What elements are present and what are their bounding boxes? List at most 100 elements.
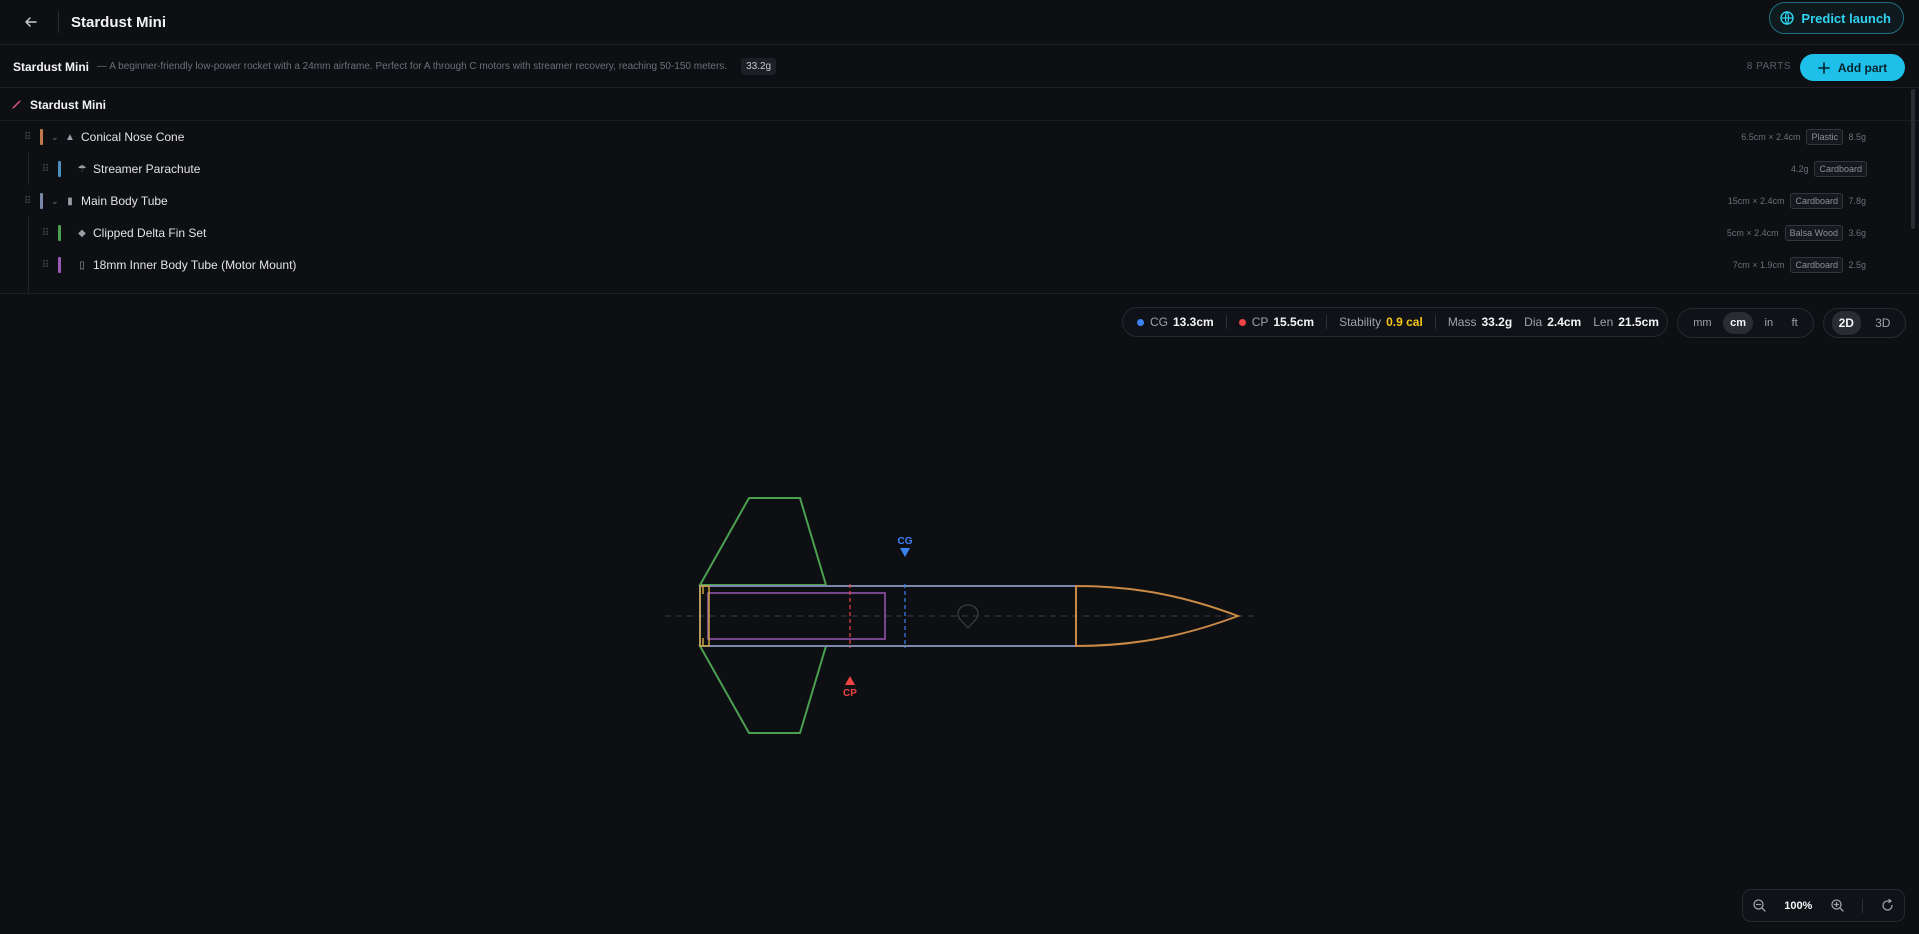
part-name: Main Body Tube bbox=[81, 194, 168, 208]
part-mass: 2.5g bbox=[1848, 260, 1866, 270]
mass-badge: 33.2g bbox=[741, 58, 777, 75]
tree-guide-line bbox=[28, 281, 29, 293]
zoom-in-button[interactable] bbox=[1830, 899, 1844, 912]
part-dims: 6.5cm × 2.4cm bbox=[1741, 132, 1801, 142]
predict-launch-button[interactable]: Predict launch bbox=[1769, 2, 1904, 34]
page-title: Stardust Mini bbox=[71, 13, 167, 31]
chevron-down-icon[interactable]: ⌄ bbox=[51, 196, 63, 207]
chevron-down-icon[interactable]: ⌄ bbox=[51, 132, 63, 143]
divider bbox=[1861, 898, 1863, 913]
part-mass: 3.6g bbox=[1848, 228, 1866, 238]
part-color-bar bbox=[40, 129, 43, 145]
part-color-bar bbox=[58, 257, 61, 273]
back-button[interactable] bbox=[16, 7, 46, 37]
rocket-description: — A beginner-friendly low-power rocket w… bbox=[97, 61, 728, 72]
material-badge: Cardboard bbox=[1790, 193, 1843, 209]
material-badge: Cardboard bbox=[1790, 257, 1843, 273]
rocket-name: Stardust Mini bbox=[13, 59, 90, 74]
tree-row-nose-cone[interactable]: ⠿ ⌄ ▲ Conical Nose Cone 6.5cm × 2.4cm Pl… bbox=[0, 121, 1919, 153]
view-2d[interactable]: 2D bbox=[1831, 311, 1861, 335]
tree-guide-line bbox=[28, 249, 29, 281]
part-meta: 5cm × 2.4cm Balsa Wood bbox=[1727, 225, 1843, 241]
add-part-button[interactable]: Add part bbox=[1800, 54, 1905, 81]
zoom-out-icon bbox=[1753, 899, 1766, 912]
stability-label: Stability bbox=[1339, 315, 1382, 329]
unit-mm[interactable]: mm bbox=[1686, 312, 1718, 334]
view-toggle: 2D 3D bbox=[1823, 308, 1906, 338]
add-part-label: Add part bbox=[1837, 60, 1888, 75]
len-label: Len bbox=[1593, 315, 1614, 329]
parts-count: 8 PARTS bbox=[1746, 61, 1791, 72]
stability-value: 0.9 cal bbox=[1386, 315, 1423, 329]
part-mass: 7.8g bbox=[1848, 196, 1866, 206]
cp-label: CP bbox=[1251, 315, 1269, 329]
view-3d[interactable]: 3D bbox=[1868, 311, 1897, 335]
zoom-out-button[interactable] bbox=[1753, 899, 1766, 912]
tree-root[interactable]: Stardust Mini bbox=[0, 89, 1919, 121]
part-dims: 7cm × 1.9cm bbox=[1732, 260, 1785, 270]
divider bbox=[58, 11, 59, 33]
len-value: 21.5cm bbox=[1618, 315, 1659, 329]
top-bar: Stardust Mini Predict launch bbox=[0, 0, 1919, 45]
unit-in[interactable]: in bbox=[1758, 312, 1781, 334]
parts-tree: Stardust Mini ⠿ ⌄ ▲ Conical Nose Cone 6.… bbox=[0, 89, 1919, 294]
tree-row-fin-set[interactable]: ⠿ ◆ Clipped Delta Fin Set 5cm × 2.4cm Ba… bbox=[0, 217, 1919, 249]
inner-tube-icon: ▯ bbox=[79, 259, 85, 271]
zoom-level: 100% bbox=[1784, 899, 1813, 912]
reset-view-button[interactable] bbox=[1881, 899, 1894, 912]
rocket-canvas[interactable]: CP CG bbox=[0, 340, 1919, 934]
fin-bottom bbox=[698, 645, 828, 734]
cp-marker-label: CP bbox=[843, 688, 857, 699]
material-badge: Plastic bbox=[1806, 129, 1843, 145]
drag-handle-icon[interactable]: ⠿ bbox=[42, 260, 52, 271]
tree-scrollbar[interactable] bbox=[1911, 89, 1915, 229]
zoom-controls: 100% bbox=[1742, 889, 1905, 922]
cp-dot-icon bbox=[1238, 318, 1246, 326]
cp-arrow-icon bbox=[845, 676, 855, 685]
fin-icon: ◆ bbox=[78, 227, 86, 239]
part-name: 18mm Inner Body Tube (Motor Mount) bbox=[93, 258, 297, 272]
material-badge: Cardboard bbox=[1814, 161, 1867, 177]
zoom-in-icon bbox=[1830, 899, 1844, 912]
flight-stats-bar: CG 13.3cm CP 15.5cm Stability 0.9 cal Ma… bbox=[1122, 307, 1668, 337]
drag-handle-icon[interactable]: ⠿ bbox=[24, 132, 34, 143]
unit-cm[interactable]: cm bbox=[1723, 312, 1753, 334]
tree-guide-line bbox=[28, 153, 29, 185]
tree-row-partial[interactable] bbox=[0, 281, 1919, 293]
part-mass: 4.2g bbox=[1790, 164, 1809, 174]
tube-icon: ▮ bbox=[67, 195, 73, 207]
tree-guide-line bbox=[28, 217, 29, 249]
unit-ft[interactable]: ft bbox=[1785, 312, 1805, 334]
part-dims: 5cm × 2.4cm bbox=[1726, 228, 1779, 238]
part-name: Clipped Delta Fin Set bbox=[93, 226, 207, 240]
plus-icon bbox=[1818, 61, 1830, 74]
part-name: Conical Nose Cone bbox=[81, 130, 185, 144]
dia-label: Dia bbox=[1524, 315, 1543, 329]
part-color-bar bbox=[58, 225, 61, 241]
part-color-bar bbox=[56, 285, 59, 293]
part-meta: 15cm × 2.4cm Cardboard bbox=[1728, 193, 1843, 209]
tree-root-label: Stardust Mini bbox=[30, 97, 107, 112]
part-color-bar bbox=[40, 193, 43, 209]
rocket-info-bar: Stardust Mini — A beginner-friendly low-… bbox=[0, 46, 1919, 88]
divider bbox=[1225, 315, 1227, 329]
part-mass: 8.5g bbox=[1848, 132, 1866, 142]
arrow-left-icon bbox=[25, 17, 37, 27]
tree-row-body-tube[interactable]: ⠿ ⌄ ▮ Main Body Tube 15cm × 2.4cm Cardbo… bbox=[0, 185, 1919, 217]
drag-handle-icon[interactable]: ⠿ bbox=[42, 228, 52, 239]
cg-label: CG bbox=[1150, 315, 1168, 329]
rocket-icon bbox=[12, 99, 21, 109]
tree-row-motor-mount[interactable]: ⠿ ▯ 18mm Inner Body Tube (Motor Mount) 7… bbox=[0, 249, 1919, 281]
tree-row-streamer[interactable]: ⠿ ☂ Streamer Parachute 4.2g Cardboard bbox=[0, 153, 1919, 185]
parachute-icon: ☂ bbox=[77, 163, 87, 175]
drag-handle-icon[interactable]: ⠿ bbox=[24, 196, 34, 207]
reset-icon bbox=[1882, 899, 1893, 911]
material-badge: Balsa Wood bbox=[1784, 225, 1843, 241]
part-meta: 4.2g Cardboard bbox=[1791, 161, 1867, 177]
part-name: Streamer Parachute bbox=[93, 162, 201, 176]
divider bbox=[1326, 315, 1328, 329]
cg-arrow-icon bbox=[900, 548, 910, 557]
mass-label: Mass bbox=[1447, 315, 1477, 329]
drag-handle-icon[interactable]: ⠿ bbox=[42, 164, 52, 175]
cg-dot-icon bbox=[1137, 318, 1144, 326]
